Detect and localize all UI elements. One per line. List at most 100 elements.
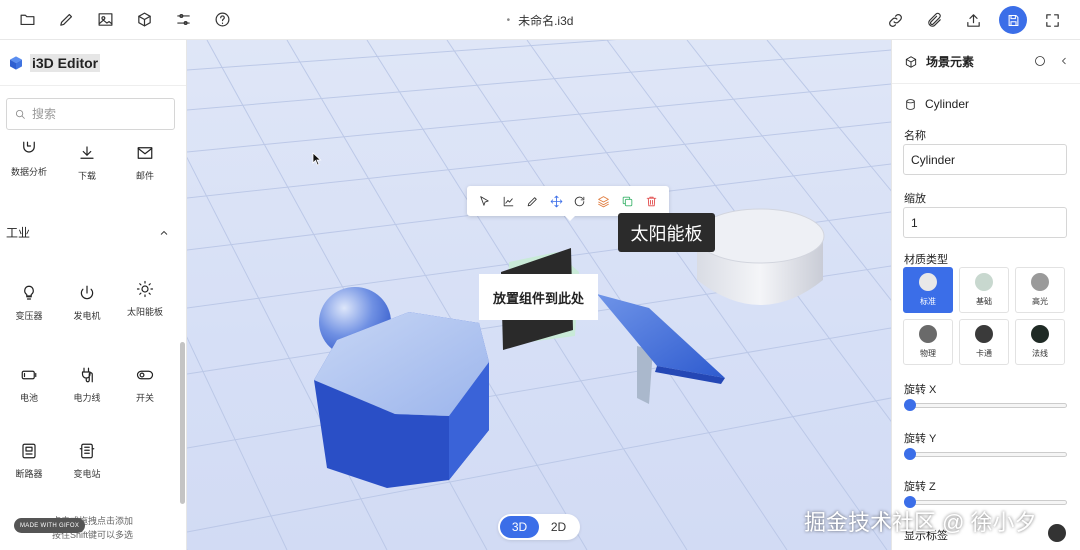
component-item-battery[interactable]: 电池 [4,366,54,404]
mouse-cursor-icon [312,152,322,166]
settings-button[interactable] [164,0,203,40]
component-item-switch[interactable]: 开关 [120,366,170,404]
material-phong[interactable]: 高光 [1015,267,1065,313]
download-icon [80,146,94,159]
collapse-chevron-icon[interactable] [1058,55,1070,67]
material-standard[interactable]: 标准 [903,267,953,313]
scale-label: 缩放 [904,193,926,205]
mode-3d-button[interactable]: 3D [500,516,539,538]
select-icon[interactable] [478,195,491,208]
export-button[interactable] [954,0,993,40]
slider-thumb[interactable] [904,399,916,411]
save-icon [1008,14,1018,26]
rotate-icon[interactable] [573,195,586,208]
solar-panel-object[interactable] [597,294,725,404]
power-icon [80,285,94,300]
component-sidebar: i3D Editor 数据分析 下载 邮件 工业 变压器 发电机 太阳能板 电池… [0,40,187,550]
help-button[interactable] [203,0,242,40]
show-label-toggle[interactable] [1048,524,1066,542]
info-icon[interactable] [1034,55,1046,67]
plug-icon [81,367,93,383]
scene-viewport[interactable]: 文本 太阳能板 放置组件到此处 3D 2D [187,40,891,550]
chart-line-icon[interactable] [502,195,515,208]
material-physical[interactable]: 物理 [903,319,953,365]
bulb-icon [24,285,34,300]
open-folder-button[interactable] [8,0,47,40]
component-item-data-analysis[interactable]: 数据分析 [4,140,54,178]
material-toon[interactable]: 卡通 [959,319,1009,365]
link-icon [889,13,902,27]
rotate-x-slider[interactable] [904,399,1067,411]
rotate-z-label: 旋转 Z [904,481,936,493]
file-name: 未命名.i3d [518,13,574,28]
cube-icon [905,55,917,68]
mode-2d-button[interactable]: 2D [539,516,578,538]
component-label: 开关 [135,393,154,403]
substation-icon [79,443,95,459]
layers-icon[interactable] [597,195,610,208]
top-toolbar: • 未命名.i3d [0,0,1080,40]
move-icon[interactable] [550,195,563,208]
component-item-transformer[interactable]: 变压器 [4,284,54,322]
properties-panel: 场景元素 Cylinder 名称 缩放 材质类型 标准 基础 高光 物理 卡通 … [891,40,1080,550]
chart-icon [23,141,35,153]
image-icon [98,13,113,26]
name-input[interactable] [903,144,1067,175]
component-item-generator[interactable]: 发电机 [62,284,112,322]
rotate-y-label: 旋转 Y [904,433,937,445]
edit-icon[interactable] [526,195,539,208]
material-normal[interactable]: 法线 [1015,319,1065,365]
rotate-x-label: 旋转 X [904,384,937,396]
section-title: 工业 [6,226,31,240]
sidebar-scrollbar[interactable] [180,342,185,504]
component-item-download[interactable]: 下载 [62,144,112,182]
panel-header: 场景元素 [892,40,1080,84]
component-label: 邮件 [135,171,154,181]
component-label: 下载 [77,171,96,181]
copy-icon[interactable] [621,195,634,208]
gifox-badge: MADE WITH GIFOX [14,518,86,533]
search-icon [15,109,25,119]
search-box[interactable] [6,98,175,130]
sun-icon [136,280,154,298]
image-button[interactable] [86,0,125,40]
selected-object: Cylinder [904,97,969,111]
attach-button[interactable] [915,0,954,40]
search-input[interactable] [32,107,162,121]
mail-icon [137,147,153,159]
help-icon [215,12,230,27]
component-item-mail[interactable]: 邮件 [120,144,170,182]
save-button[interactable] [999,6,1027,34]
cylinder-icon [906,98,915,110]
panel-title: 场景元素 [926,55,975,69]
component-item-substation[interactable]: 变电站 [62,442,112,480]
component-item-power-line[interactable]: 电力线 [62,366,112,404]
component-item-breaker[interactable]: 断路器 [4,442,54,480]
component-item-solar-panel[interactable]: 太阳能板 [120,280,170,318]
material-basic[interactable]: 基础 [959,267,1009,313]
drop-hint-label: 放置组件到此处 [479,274,598,320]
fullscreen-button[interactable] [1033,0,1072,40]
slider-thumb[interactable] [904,448,916,460]
component-label: 数据分析 [10,167,47,177]
chevron-up-icon [160,230,168,235]
fullscreen-icon [1046,13,1059,27]
edit-button[interactable] [47,0,86,40]
scale-input[interactable] [903,207,1067,238]
rotate-y-slider[interactable] [904,448,1067,460]
view-mode-toggle: 3D 2D [498,514,580,540]
section-industry-header[interactable]: 工业 [6,224,170,241]
link-button[interactable] [876,0,915,40]
delete-icon[interactable] [645,195,658,208]
breaker-icon [22,443,36,459]
object-toolbar [467,186,669,216]
upload-icon [967,13,980,27]
component-label: 发电机 [73,311,101,321]
component-label: 电力线 [73,393,101,403]
model-button[interactable] [125,0,164,40]
component-label: 太阳能板 [126,307,163,317]
sliders-icon [177,13,190,26]
toolbar-pointer [564,215,576,221]
unsaved-indicator: • [506,14,511,26]
cylinder-object[interactable] [695,208,825,305]
